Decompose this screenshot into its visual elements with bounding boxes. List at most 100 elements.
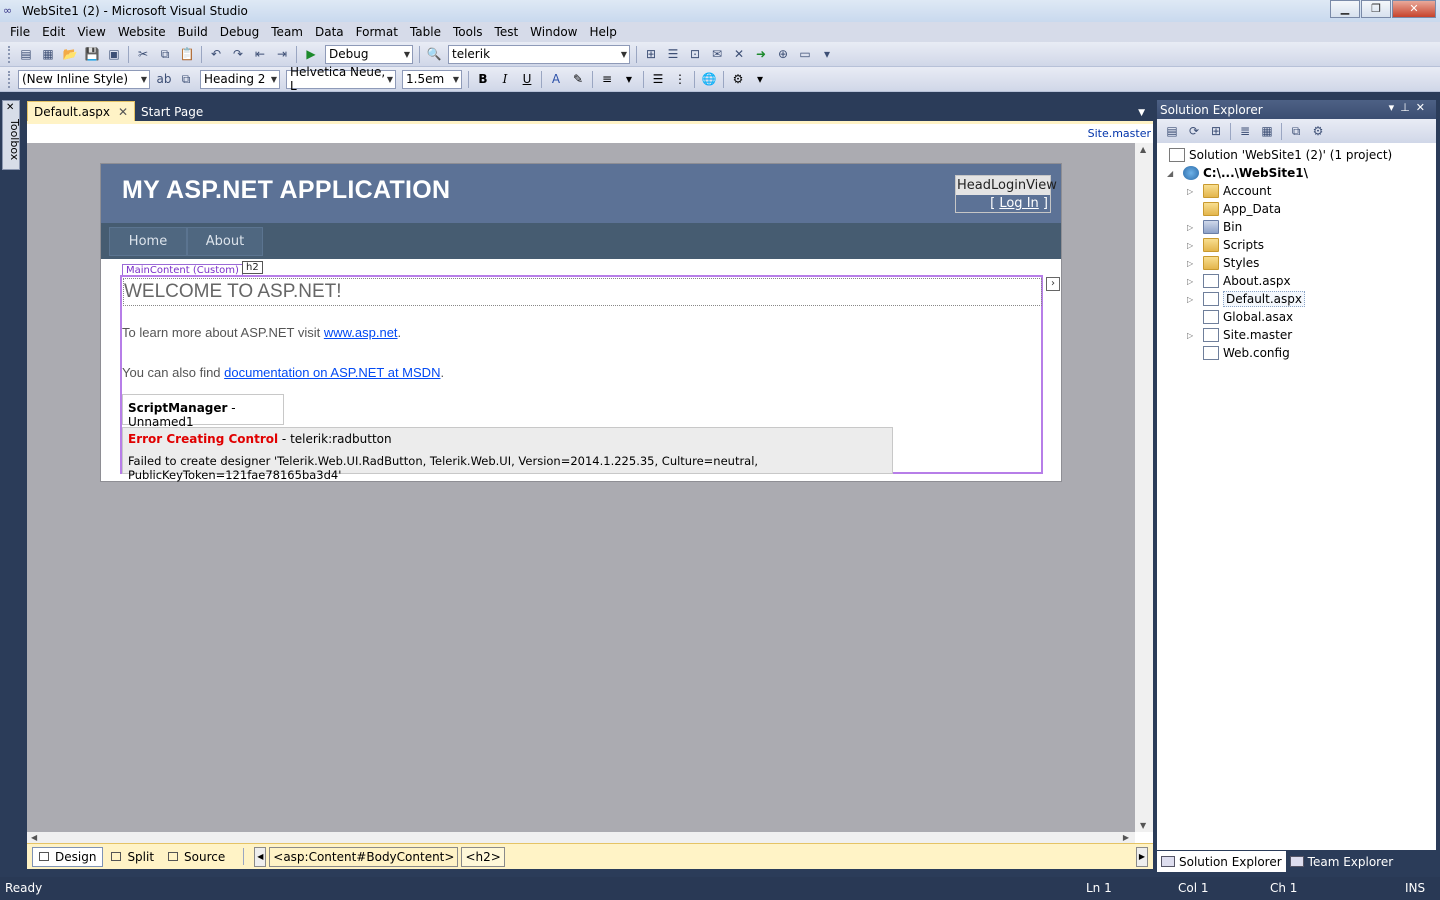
nav-item-home[interactable]: Home bbox=[109, 227, 187, 256]
toolbar-options-icon[interactable]: ▾ bbox=[818, 45, 836, 63]
tree-item-about-aspx[interactable]: ▷ About.aspx bbox=[1187, 272, 1291, 290]
paste-icon[interactable]: 📋 bbox=[178, 45, 196, 63]
tag-nav-left-icon[interactable]: ◀ bbox=[254, 846, 267, 867]
solution-explorer-icon[interactable]: ⊞ bbox=[642, 45, 660, 63]
tree-item-web-config[interactable]: Web.config bbox=[1187, 344, 1290, 362]
tree-item-app-data[interactable]: App_Data bbox=[1187, 200, 1281, 218]
toolbar-options-icon[interactable]: ▾ bbox=[751, 70, 769, 88]
copy-icon[interactable]: ⧉ bbox=[156, 45, 174, 63]
bullet-list-icon[interactable]: ☰ bbox=[649, 70, 667, 88]
numbered-list-icon[interactable]: ⋮ bbox=[671, 70, 689, 88]
toolbox-icon[interactable]: ✉ bbox=[708, 45, 726, 63]
toolbox-tab[interactable]: ✕ Toolbox bbox=[2, 100, 21, 170]
find-in-files-icon[interactable]: 🔍 bbox=[425, 45, 443, 63]
reuse-style-icon[interactable]: ⧉ bbox=[177, 70, 195, 88]
split-view-button[interactable]: Split bbox=[105, 847, 160, 867]
breadcrumb-h2-tag[interactable]: <h2> bbox=[461, 846, 505, 867]
tree-item-default-aspx[interactable]: ▷ Default.aspx bbox=[1187, 290, 1305, 308]
error-control[interactable]: Error Creating Control - telerik:radbutt… bbox=[122, 427, 893, 482]
cut-icon[interactable]: ✂ bbox=[134, 45, 152, 63]
foreground-color-icon[interactable]: A bbox=[547, 70, 565, 88]
close-icon[interactable]: ✕ bbox=[1392, 0, 1436, 18]
menu-test[interactable]: Test bbox=[489, 25, 525, 39]
smart-tag-icon[interactable]: › bbox=[1046, 277, 1060, 291]
expand-arrow-icon[interactable]: ▷ bbox=[1187, 241, 1197, 250]
underline-icon[interactable]: U bbox=[518, 70, 536, 88]
chevron-down-icon[interactable]: ▼ bbox=[620, 70, 638, 88]
menu-file[interactable]: File bbox=[4, 25, 36, 39]
vertical-scrollbar[interactable]: ▲ ▼ bbox=[1135, 143, 1153, 832]
expand-arrow-icon[interactable]: ▷ bbox=[1187, 295, 1197, 304]
tab-team-explorer[interactable]: Team Explorer bbox=[1286, 851, 1398, 872]
start-page-icon[interactable]: ➜ bbox=[752, 45, 770, 63]
menu-website[interactable]: Website bbox=[112, 25, 172, 39]
scroll-up-icon[interactable]: ▲ bbox=[1140, 145, 1146, 154]
tree-item-project[interactable]: ◢ C:\...\WebSite1\ bbox=[1167, 164, 1308, 182]
menu-team[interactable]: Team bbox=[265, 25, 309, 39]
menu-window[interactable]: Window bbox=[524, 25, 583, 39]
open-file-icon[interactable]: 📂 bbox=[61, 45, 79, 63]
nav-item-about[interactable]: About bbox=[187, 227, 263, 256]
pin-icon[interactable]: ⊥ bbox=[1400, 101, 1416, 114]
tree-item-solution[interactable]: Solution 'WebSite1 (2)' (1 project) bbox=[1169, 146, 1392, 164]
expand-arrow-icon[interactable]: ▷ bbox=[1187, 187, 1197, 196]
head-login-view[interactable]: HeadLoginView [ Log In ] bbox=[955, 175, 1057, 213]
refresh-icon[interactable]: ⟳ bbox=[1185, 122, 1203, 140]
close-icon[interactable]: ✕ bbox=[1416, 101, 1431, 114]
expand-arrow-icon[interactable]: ▷ bbox=[1187, 277, 1197, 286]
menu-data[interactable]: Data bbox=[309, 25, 350, 39]
find-combo[interactable]: telerik ▼ bbox=[448, 44, 630, 64]
nest-related-files-icon[interactable]: ⊞ bbox=[1207, 122, 1225, 140]
asp-net-link[interactable]: www.asp.net bbox=[324, 325, 398, 340]
script-manager-control[interactable]: ScriptManager - Unnamed1 bbox=[122, 394, 284, 429]
main-content-region[interactable]: WELCOME TO ASP.NET! › To learn more abou… bbox=[120, 275, 1060, 482]
redo-icon[interactable]: ↷ bbox=[229, 45, 247, 63]
solution-config-select[interactable]: Debug ▼ bbox=[325, 44, 413, 64]
scroll-down-icon[interactable]: ▼ bbox=[1140, 821, 1146, 830]
view-code-icon[interactable]: ≣ bbox=[1236, 122, 1254, 140]
menu-help[interactable]: Help bbox=[584, 25, 623, 39]
navigate-forward-icon[interactable]: ⇥ bbox=[273, 45, 291, 63]
close-icon[interactable]: ✕ bbox=[118, 105, 128, 119]
style-select[interactable]: (New Inline Style) ▼ bbox=[18, 69, 150, 89]
tree-item-styles[interactable]: ▷ Styles bbox=[1187, 254, 1259, 272]
tab-default-aspx[interactable]: Default.aspx ✕ bbox=[27, 101, 136, 122]
font-size-select[interactable]: 1.5em ▼ bbox=[402, 69, 462, 89]
highlight-color-icon[interactable]: ✎ bbox=[569, 70, 587, 88]
tree-item-account[interactable]: ▷ Account bbox=[1187, 182, 1271, 200]
expand-arrow-icon[interactable]: ▷ bbox=[1187, 223, 1197, 232]
save-icon[interactable]: 💾 bbox=[83, 45, 101, 63]
tree-item-site-master[interactable]: ▷ Site.master bbox=[1187, 326, 1292, 344]
login-link[interactable]: Log In bbox=[999, 196, 1038, 211]
properties-icon[interactable]: ☰ bbox=[664, 45, 682, 63]
welcome-heading[interactable]: WELCOME TO ASP.NET! bbox=[123, 278, 1042, 306]
menu-debug[interactable]: Debug bbox=[214, 25, 265, 39]
menu-tools[interactable]: Tools bbox=[447, 25, 489, 39]
tree-item-global-asax[interactable]: Global.asax bbox=[1187, 308, 1293, 326]
format-options-icon[interactable]: ⚙ bbox=[729, 70, 747, 88]
design-view-button[interactable]: Design bbox=[32, 846, 104, 867]
navigate-backward-icon[interactable]: ⇤ bbox=[251, 45, 269, 63]
minimize-icon[interactable]: ▁ bbox=[1330, 0, 1360, 18]
expand-arrow-icon[interactable]: ▷ bbox=[1187, 331, 1197, 340]
msdn-link[interactable]: documentation on ASP.NET at MSDN bbox=[224, 365, 440, 380]
design-surface[interactable]: MY ASP.NET APPLICATION HeadLoginView [ L… bbox=[27, 143, 1135, 832]
site-master-link[interactable]: Site.master bbox=[1088, 127, 1151, 140]
save-all-icon[interactable]: ▣ bbox=[105, 45, 123, 63]
start-debugging-icon[interactable]: ▶ bbox=[302, 45, 320, 63]
maximize-icon[interactable]: ❐ bbox=[1361, 0, 1391, 18]
copy-website-icon[interactable]: ⧉ bbox=[1287, 122, 1305, 140]
scroll-right-icon[interactable]: ▶ bbox=[1123, 833, 1129, 842]
object-browser-icon[interactable]: ⊡ bbox=[686, 45, 704, 63]
tree-item-scripts[interactable]: ▷ Scripts bbox=[1187, 236, 1264, 254]
menu-edit[interactable]: Edit bbox=[36, 25, 71, 39]
bold-icon[interactable]: B bbox=[474, 70, 492, 88]
add-item-icon[interactable]: ▦ bbox=[39, 45, 57, 63]
tree-item-bin[interactable]: ▷ Bin bbox=[1187, 218, 1242, 236]
dropdown-icon[interactable]: ▾ bbox=[1389, 101, 1401, 114]
align-icon[interactable]: ≡ bbox=[598, 70, 616, 88]
undo-icon[interactable]: ↶ bbox=[207, 45, 225, 63]
chevron-down-icon[interactable]: ▼ bbox=[1138, 108, 1145, 118]
source-view-button[interactable]: Source bbox=[162, 847, 231, 867]
breadcrumb-content-tag[interactable]: <asp:Content#BodyContent> bbox=[269, 846, 459, 867]
